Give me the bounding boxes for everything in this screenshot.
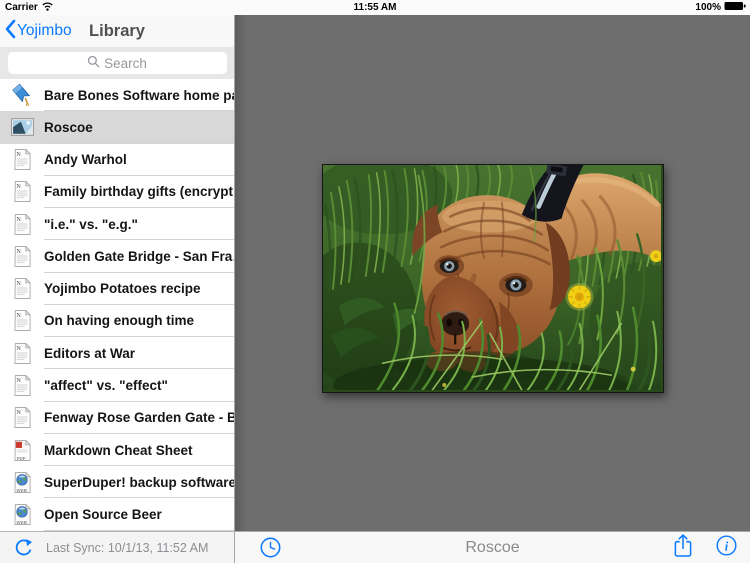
chevron-left-icon bbox=[4, 19, 16, 44]
list-item[interactable]: N On having enough time bbox=[0, 304, 234, 338]
list-item[interactable]: N Family birthday gifts (encrypt… bbox=[0, 175, 234, 209]
info-button[interactable]: i bbox=[715, 534, 738, 562]
note-icon: N bbox=[9, 211, 35, 238]
list-item-label: Markdown Cheat Sheet bbox=[44, 442, 193, 458]
carrier-label: Carrier bbox=[5, 2, 38, 13]
list-item[interactable]: N Golden Gate Bridge - San Fra… bbox=[0, 240, 234, 273]
list-item-label: On having enough time bbox=[44, 313, 195, 329]
list-item[interactable]: Roscoe bbox=[0, 111, 234, 144]
battery-icon bbox=[724, 1, 746, 14]
share-button[interactable] bbox=[673, 533, 693, 563]
note-icon: N bbox=[9, 372, 35, 399]
svg-text:WEB: WEB bbox=[16, 488, 27, 493]
svg-text:WEB: WEB bbox=[16, 520, 27, 525]
svg-text:N: N bbox=[16, 217, 21, 223]
svg-text:N: N bbox=[16, 249, 21, 255]
battery-percent: 100% bbox=[695, 2, 721, 13]
list-item[interactable]: N Andy Warhol bbox=[0, 143, 234, 177]
pdf-icon: PDF bbox=[9, 437, 35, 464]
list-item-label: Andy Warhol bbox=[44, 152, 127, 168]
svg-text:N: N bbox=[16, 281, 21, 287]
list-item-label: SuperDuper! backup software bbox=[44, 474, 234, 490]
pane-divider-shadow bbox=[235, 15, 247, 531]
svg-text:N: N bbox=[16, 378, 21, 384]
detail-pane: Roscoe i bbox=[235, 15, 750, 563]
share-icon bbox=[673, 533, 693, 563]
sidebar-navbar: Library Yojimbo bbox=[0, 15, 234, 47]
list-item-label: Editors at War bbox=[44, 345, 136, 361]
list-item-label: Roscoe bbox=[44, 119, 93, 135]
list-item[interactable]: N "i.e." vs. "e.g." bbox=[0, 208, 234, 241]
detail-toolbar: Roscoe i bbox=[235, 531, 750, 563]
library-list: Bare Bones Software home pa… Roscoe N Andy … bbox=[0, 79, 234, 531]
status-time: 11:55 AM bbox=[353, 2, 397, 13]
search-placeholder: Search bbox=[104, 55, 147, 71]
sync-button[interactable] bbox=[13, 537, 34, 563]
list-item[interactable]: PDF Markdown Cheat Sheet bbox=[0, 433, 234, 467]
list-item-label: Open Source Beer bbox=[44, 507, 162, 523]
list-item-label: Fenway Rose Garden Gate - B… bbox=[44, 410, 234, 426]
web-icon: WEB bbox=[9, 469, 35, 496]
list-item[interactable]: WEB SuperDuper! backup software bbox=[0, 466, 234, 499]
note-icon: N bbox=[9, 404, 35, 431]
app-window: 11:55 AM Carrier 100% Library Yojimbo Se… bbox=[0, 0, 750, 563]
info-icon: i bbox=[715, 534, 738, 562]
back-button-label: Yojimbo bbox=[17, 22, 72, 39]
svg-text:N: N bbox=[16, 314, 21, 320]
svg-text:PDF: PDF bbox=[16, 455, 25, 460]
svg-text:N: N bbox=[16, 152, 21, 158]
note-icon: N bbox=[9, 340, 35, 367]
list-item[interactable]: N Yojimbo Potatoes recipe bbox=[0, 272, 234, 306]
status-bar: 11:55 AM Carrier 100% bbox=[0, 0, 750, 15]
list-item-label: Bare Bones Software home pa… bbox=[44, 87, 234, 103]
list-item[interactable]: N "affect" vs. "effect" bbox=[0, 369, 234, 402]
list-item-label: "i.e." vs. "e.g." bbox=[44, 216, 138, 232]
sidebar-footer: Last Sync: 10/1/13, 11:52 AM bbox=[0, 531, 234, 563]
back-button[interactable]: Yojimbo bbox=[4, 19, 72, 44]
recent-items-button[interactable] bbox=[259, 536, 282, 564]
svg-text:i: i bbox=[725, 539, 729, 553]
list-item[interactable]: WEB Open Source Beer bbox=[0, 498, 234, 531]
note-icon: N bbox=[9, 146, 35, 173]
photo-roscoe bbox=[322, 164, 664, 393]
svg-text:N: N bbox=[16, 185, 21, 191]
note-icon: N bbox=[9, 307, 35, 334]
search-bar: Search bbox=[0, 47, 234, 79]
svg-text:N: N bbox=[16, 410, 21, 416]
list-item-label: Family birthday gifts (encrypt… bbox=[44, 184, 234, 200]
clock-icon bbox=[259, 536, 282, 564]
list-item[interactable]: N Editors at War bbox=[0, 337, 234, 370]
list-item-label: Golden Gate Bridge - San Fra… bbox=[44, 248, 234, 264]
last-sync-status: Last Sync: 10/1/13, 11:52 AM bbox=[46, 540, 209, 555]
image-icon bbox=[9, 114, 35, 141]
list-item-label: "affect" vs. "effect" bbox=[44, 378, 168, 394]
sidebar: Library Yojimbo Search Bare Bones Softwa… bbox=[0, 15, 235, 563]
note-icon: N bbox=[9, 178, 35, 205]
wifi-icon bbox=[41, 1, 54, 14]
list-item[interactable]: N Fenway Rose Garden Gate - B… bbox=[0, 401, 234, 435]
note-icon: N bbox=[9, 243, 35, 270]
search-icon bbox=[87, 55, 100, 71]
web-icon: WEB bbox=[9, 501, 35, 528]
list-item[interactable]: Bare Bones Software home pa… bbox=[0, 79, 234, 112]
note-icon: N bbox=[9, 275, 35, 302]
svg-text:N: N bbox=[16, 346, 21, 352]
search-input[interactable]: Search bbox=[7, 52, 227, 74]
bookmark-icon bbox=[9, 82, 35, 109]
list-item-label: Yojimbo Potatoes recipe bbox=[44, 281, 201, 297]
